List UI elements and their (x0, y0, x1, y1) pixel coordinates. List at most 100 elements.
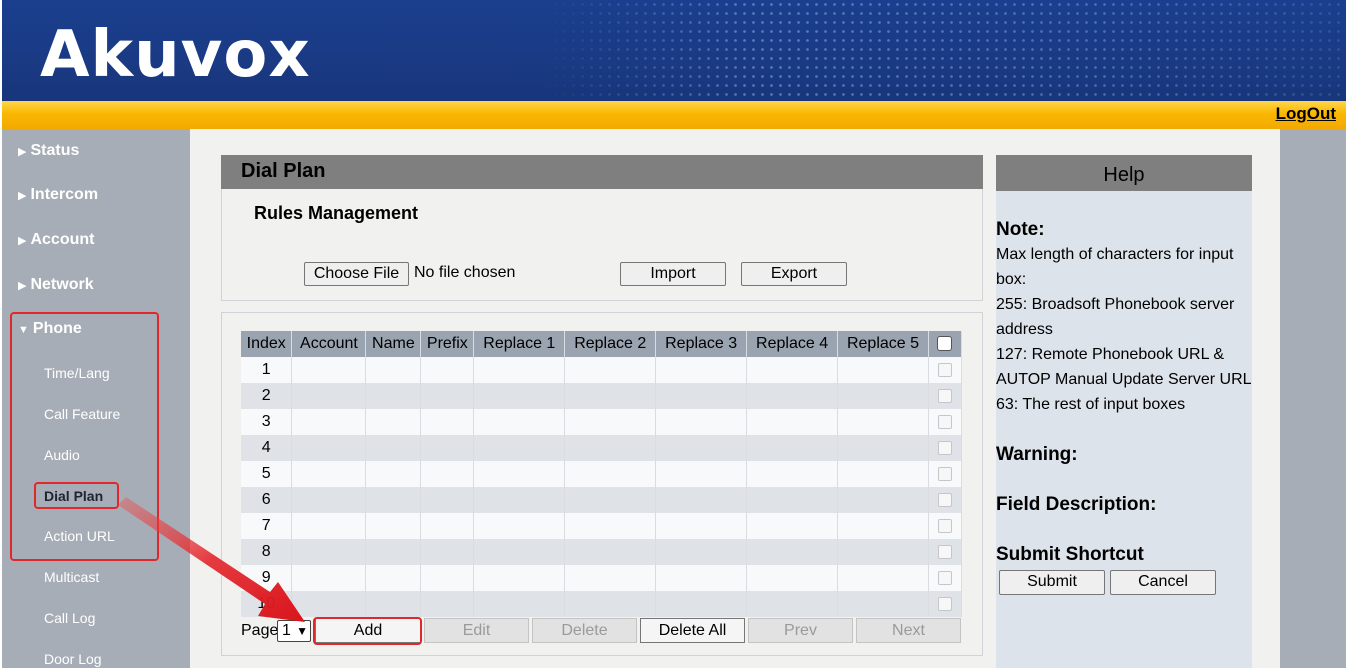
sidebar-item-door-log[interactable]: Door Log (44, 651, 102, 667)
sidebar-item-multicast[interactable]: Multicast (44, 569, 99, 585)
table-cell (746, 513, 839, 539)
table-cell (564, 539, 657, 565)
sidebar-item-account[interactable]: ▶ Account (18, 231, 94, 249)
page-label: Page (241, 622, 279, 639)
table-cell (291, 487, 367, 513)
submit-button[interactable]: Submit (999, 570, 1105, 595)
column-header: Replace 1 (473, 331, 566, 357)
row-checkbox[interactable] (937, 544, 952, 559)
page-title: Dial Plan (221, 155, 983, 189)
row-checkbox[interactable] (937, 414, 952, 429)
row-index: 7 (241, 513, 293, 539)
column-header: Account (291, 331, 367, 357)
table-cell (837, 435, 929, 461)
table-cell (291, 513, 367, 539)
table-cell (746, 461, 839, 487)
table-cell (291, 409, 367, 435)
table-cell (420, 565, 475, 591)
row-select-cell (928, 513, 963, 539)
row-checkbox[interactable] (937, 596, 952, 611)
table-cell (420, 487, 475, 513)
select-all-checkbox[interactable] (937, 336, 953, 352)
table-cell (655, 461, 748, 487)
add-button-highlight (313, 617, 422, 645)
table-cell (473, 591, 566, 617)
field-description-title: Field Description: (996, 494, 1157, 515)
delete-button[interactable]: Delete (532, 618, 637, 643)
table-cell (473, 409, 566, 435)
table-cell (473, 565, 566, 591)
note-line: 63: The rest of input boxes (996, 396, 1186, 413)
row-index: 6 (241, 487, 293, 513)
rules-management-title: Rules Management (254, 203, 419, 223)
right-edge-strip (1280, 129, 1346, 668)
table-cell (420, 461, 475, 487)
table-cell (564, 461, 657, 487)
table-cell (837, 461, 929, 487)
table-cell (365, 435, 422, 461)
row-checkbox[interactable] (937, 440, 952, 455)
table-cell (420, 435, 475, 461)
row-select-cell (928, 539, 963, 565)
table-row: 10 (241, 591, 963, 617)
column-header: Index (241, 331, 293, 357)
note-line: 127: Remote Phonebook URL & AUTOP Manual… (996, 346, 1252, 388)
page-select[interactable]: 1 ▼ (277, 620, 311, 642)
table-cell (655, 591, 748, 617)
row-checkbox[interactable] (937, 388, 952, 403)
export-button[interactable]: Export (741, 262, 847, 286)
table-row: 6 (241, 487, 963, 513)
table-cell (365, 513, 422, 539)
note-title: Note: (996, 219, 1045, 240)
sidebar-item-intercom[interactable]: ▶ Intercom (18, 186, 98, 204)
table-cell (291, 357, 367, 383)
row-index: 9 (241, 565, 293, 591)
table-cell (365, 591, 422, 617)
row-index: 10 (241, 591, 293, 617)
sidebar-item-status[interactable]: ▶ Status (18, 142, 79, 160)
table-cell (473, 513, 566, 539)
row-select-cell (928, 435, 963, 461)
row-index: 5 (241, 461, 293, 487)
triangle-right-icon: ▶ (18, 280, 27, 292)
file-status-text: No file chosen (414, 264, 516, 281)
table-cell (473, 539, 566, 565)
table-cell (365, 487, 422, 513)
table-cell (473, 357, 566, 383)
choose-file-button[interactable]: Choose File (304, 262, 409, 286)
table-header-row: Index Account Name Prefix Replace 1 Repl… (241, 331, 963, 357)
cancel-button[interactable]: Cancel (1110, 570, 1216, 595)
row-checkbox[interactable] (937, 362, 952, 377)
warning-title: Warning: (996, 444, 1078, 465)
row-checkbox[interactable] (937, 466, 952, 481)
table-cell (564, 383, 657, 409)
table-cell (420, 357, 475, 383)
row-checkbox[interactable] (937, 570, 952, 585)
table-cell (837, 539, 929, 565)
row-checkbox[interactable] (937, 518, 952, 533)
row-checkbox[interactable] (937, 492, 952, 507)
table-cell (655, 539, 748, 565)
sidebar-item-network[interactable]: ▶ Network (18, 276, 94, 294)
edit-button[interactable]: Edit (424, 618, 529, 643)
table-cell (564, 565, 657, 591)
row-index: 4 (241, 435, 293, 461)
row-select-cell (928, 383, 963, 409)
logout-link[interactable]: LogOut (1276, 104, 1336, 124)
delete-all-button[interactable]: Delete All (640, 618, 745, 643)
table-cell (564, 591, 657, 617)
next-button[interactable]: Next (856, 618, 961, 643)
table-cell (564, 487, 657, 513)
table-row: 9 (241, 565, 963, 591)
row-select-cell (928, 591, 963, 617)
table-row: 2 (241, 383, 963, 409)
table-cell (365, 461, 422, 487)
table-cell (473, 487, 566, 513)
table-cell (564, 435, 657, 461)
prev-button[interactable]: Prev (748, 618, 853, 643)
import-button[interactable]: Import (620, 262, 726, 286)
dial-plan-highlight (34, 482, 119, 509)
sidebar-item-call-log[interactable]: Call Log (44, 610, 95, 626)
row-select-cell (928, 357, 963, 383)
table-cell (365, 357, 422, 383)
